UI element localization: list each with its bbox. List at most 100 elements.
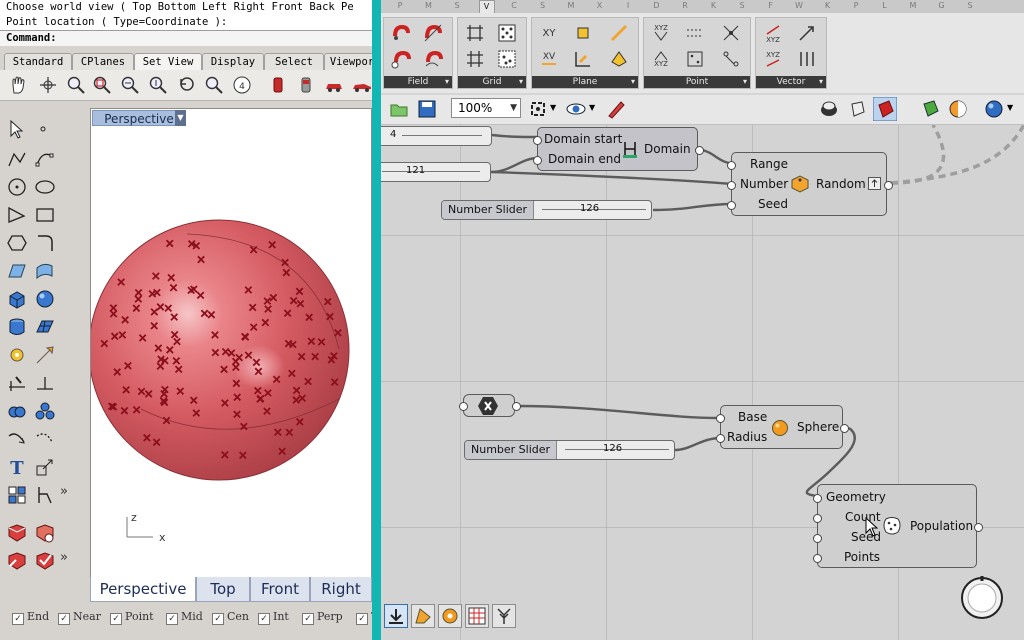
plane-origin-icon[interactable] [572,22,594,44]
zoom-select[interactable]: 100% ▼ [451,98,521,118]
gh-tab-m-6[interactable]: M [564,0,578,12]
chevron-down-icon[interactable]: ▼ [1007,103,1013,112]
slider-value[interactable]: 126 [580,203,599,214]
tab-select[interactable]: Select [264,53,324,70]
arc-icon[interactable] [6,204,28,226]
open-file-icon[interactable] [389,99,409,119]
surface-corner-icon[interactable] [6,260,28,282]
gh-tab-g-19[interactable]: G [935,0,949,12]
preview-shaded-icon[interactable] [846,98,868,120]
input-port[interactable] [813,494,822,503]
tab-viewport[interactable]: Viewpor [324,53,379,70]
grid-hex-icon[interactable] [464,22,486,44]
input-port[interactable] [813,514,822,523]
tab-right[interactable]: Right [310,577,372,602]
vector-2pt-icon[interactable] [796,22,818,44]
input-port[interactable] [459,402,468,411]
slider-value[interactable]: 121 [406,165,425,176]
curve-icon[interactable] [34,148,56,170]
panel-label-grid[interactable]: Grid ▾ [458,76,526,88]
material-preview-icon[interactable] [947,98,969,120]
gh-tab-s-2[interactable]: S [450,0,464,12]
zoom-selected-icon[interactable] [148,75,168,95]
grid-square-icon[interactable] [464,48,486,70]
rebuild-curve-icon[interactable] [6,428,28,450]
plane-xv-icon[interactable]: XV [538,48,560,70]
text-icon[interactable]: T [6,456,28,478]
gh-tab-k-11[interactable]: K [707,0,721,12]
gh-tab-p-16[interactable]: P [849,0,863,12]
gh-tab-m-18[interactable]: M [906,0,920,12]
camera-icon[interactable] [268,75,288,95]
preview-eye-icon[interactable] [565,99,587,119]
circle-icon[interactable] [6,176,28,198]
boolean-union-icon[interactable] [6,400,28,422]
tab-front[interactable]: Front [250,577,310,602]
output-port[interactable] [512,402,521,411]
car-view-icon[interactable] [324,75,344,95]
cylinder-icon[interactable] [6,316,28,338]
number-slider-radius[interactable]: Number Slider 126 [464,440,675,460]
leader-icon[interactable] [34,372,56,394]
zoom-extents-icon[interactable] [528,99,548,119]
named-view-icon[interactable] [296,75,316,95]
display-sphere-icon[interactable] [983,98,1005,120]
populate-geometry-component[interactable]: Geometry Count Seed Points Population [813,484,983,568]
bottom-cluster-button[interactable] [411,604,435,628]
environment-icon[interactable] [34,550,56,572]
preview-wireframe-icon[interactable] [818,98,840,120]
navigation-compass-icon[interactable] [959,575,1005,621]
grid-rect-icon[interactable] [496,22,518,44]
input-port[interactable] [716,434,725,443]
gh-tab-c-4[interactable]: C [507,0,521,12]
sketch-pen-icon[interactable] [605,98,627,120]
mesh-icon[interactable] [34,316,56,338]
transform-gear-icon[interactable] [6,344,28,366]
gh-tab-w-14[interactable]: W [792,0,806,12]
bottom-grid-button[interactable] [465,604,489,628]
number-slider-domain-start[interactable]: 4 [381,126,492,146]
surface-edge-icon[interactable] [34,260,56,282]
gh-tab-s-20[interactable]: S [963,0,977,12]
grid-populate-icon[interactable] [496,48,518,70]
slider-value[interactable]: 126 [603,443,622,454]
panel-label-plane[interactable]: Plane ▾ [532,76,638,88]
osnap-mid[interactable]: ✓ Mid [166,610,203,625]
zoom-dynamic-icon[interactable] [204,75,224,95]
dimension-icon[interactable] [6,372,28,394]
osnap-end[interactable]: ✓ End [12,610,49,625]
xy-plane-icon[interactable]: XY [538,22,560,44]
command-prompt[interactable]: Command: [0,30,378,46]
gh-tab-f-13[interactable]: F [764,0,778,12]
gh-tab-x-7[interactable]: X [593,0,607,12]
plane-offset-icon[interactable] [572,48,594,70]
more-tools-chevron-icon[interactable]: » [60,484,82,506]
polyline-icon[interactable] [6,148,28,170]
info-toggle-icon[interactable] [868,177,881,190]
rectangle-icon[interactable] [34,204,56,226]
material-icon[interactable] [34,522,56,544]
zoom-icon[interactable] [66,75,86,95]
input-port[interactable] [533,156,542,165]
number-slider-domain-end[interactable]: 121 [381,162,491,182]
panel-label-field[interactable]: Field ▾ [384,76,452,88]
tab-display[interactable]: Display [202,53,264,70]
number-slider-seed[interactable]: Number Slider 126 [441,200,652,220]
input-port[interactable] [716,414,725,423]
bake-icon[interactable] [919,98,941,120]
field-line-icon[interactable] [422,22,444,44]
light-icon[interactable] [6,550,28,572]
deconstruct-point-icon[interactable]: XYZ [650,48,672,70]
gh-tab-v-3[interactable]: V [478,0,495,13]
pan-hand-icon[interactable] [8,75,28,95]
osnap-perp[interactable]: ✓ Perp [302,610,343,625]
four-viewports-icon[interactable]: 4 [232,75,252,95]
closest-point-icon[interactable] [720,22,742,44]
osnap-point[interactable]: ✓ Point [110,610,154,625]
select-arrow-icon[interactable] [6,118,28,140]
preview-selected-icon[interactable] [873,97,897,121]
osnap-int[interactable]: ✓ Int [258,610,289,625]
gh-tab-s-12[interactable]: S [735,0,749,12]
sphere-surface[interactable] [91,219,350,481]
unit-vector-icon[interactable] [796,48,818,70]
